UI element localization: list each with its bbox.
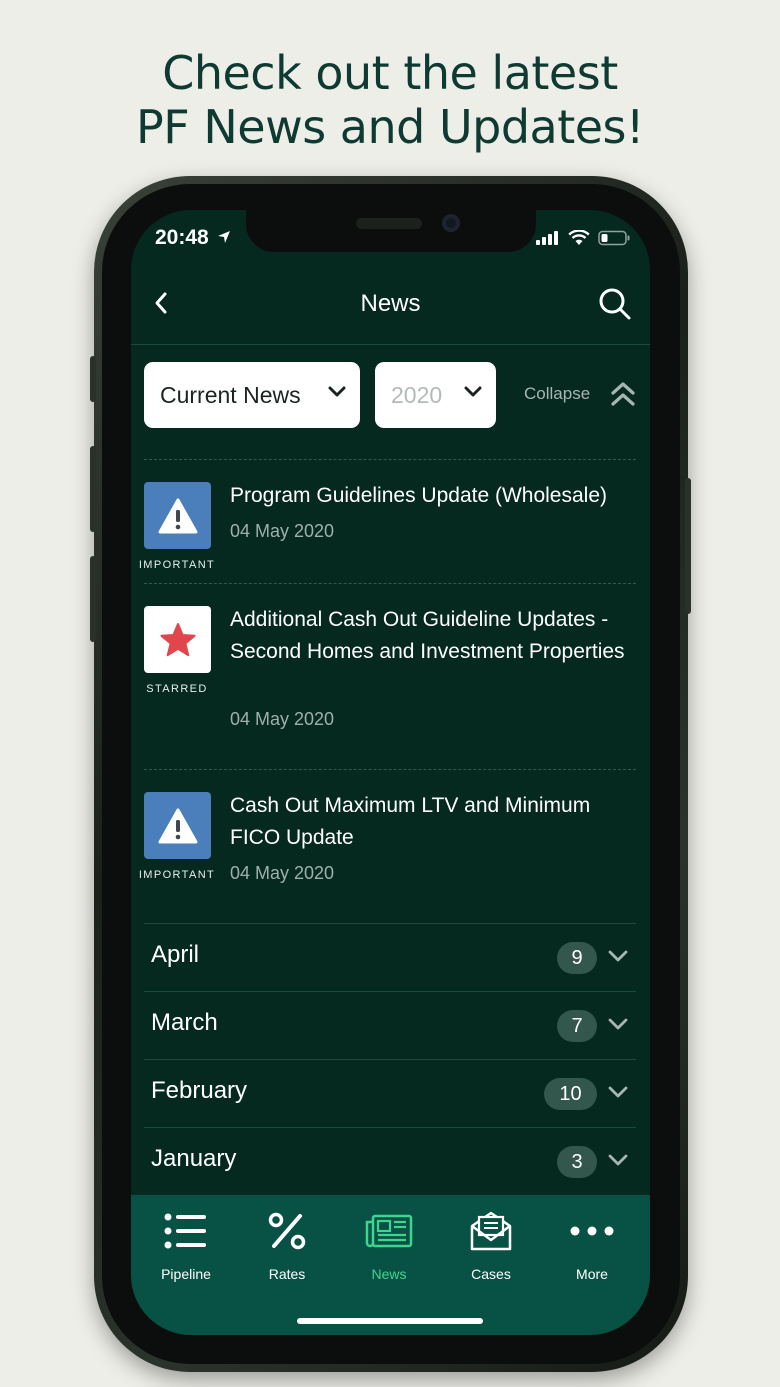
list-icon [164,1213,206,1249]
news-date: 04 May 2020 [230,709,335,729]
status-icons [536,230,630,246]
notch [246,210,536,252]
tab-label: News [371,1266,407,1282]
chevron-down-icon [464,386,482,397]
status-time: 20:48 [155,226,231,250]
news-item[interactable]: STARRED Additional Cash Out Guideline Up… [131,604,650,764]
cellular-signal-icon [536,231,558,245]
warning-icon [158,808,197,843]
month-count-badge: 3 [557,1146,597,1178]
front-camera [442,214,460,232]
promo-headline: Check out the latest PF News and Updates… [0,46,780,154]
chevron-down-icon [608,1086,628,1098]
divider [144,769,636,770]
tab-more[interactable]: More [542,1209,642,1282]
tab-news[interactable]: News [339,1209,439,1282]
news-date: 04 May 2020 [230,521,335,541]
news-item[interactable]: IMPORTANT Cash Out Maximum LTV and Minim… [131,790,650,910]
month-label: April [151,941,200,968]
phone-silent-switch [90,356,96,402]
starred-badge-tile [144,606,211,673]
month-count-badge: 7 [557,1010,597,1042]
headline-line-1: Check out the latest [162,46,618,100]
tab-pipeline[interactable]: Pipeline [136,1209,236,1282]
bottom-tab-bar: Pipeline Rates News Cases More [131,1195,650,1335]
tab-label: Rates [268,1266,306,1282]
search-icon[interactable] [598,287,632,321]
tab-label: Cases [471,1266,511,1282]
double-chevron-up-icon[interactable] [610,380,636,408]
speaker-grille [356,218,422,229]
news-title: Additional Cash Out Guideline Updates - … [230,608,625,663]
year-select[interactable]: 2020 [375,362,496,428]
category-select[interactable]: Current News [144,362,360,428]
month-label: January [151,1145,237,1172]
month-count-badge: 10 [544,1078,597,1110]
phone-volume-up [90,446,96,532]
location-arrow-icon [217,231,230,243]
chevron-down-icon [608,1154,628,1166]
percent-icon [268,1212,306,1250]
status-time-text: 20:48 [155,226,209,249]
collapse-button[interactable]: Collapse [524,384,590,404]
wifi-icon [568,230,590,245]
app-screen: 20:48 News Current News 2020 Collapse IM… [131,210,650,1335]
tab-label: Pipeline [161,1266,211,1282]
tab-label: More [576,1266,608,1282]
chevron-down-icon [608,1018,628,1030]
month-count-badge: 9 [557,942,597,974]
filter-bar: Current News 2020 Collapse [144,362,636,428]
headline-line-2: PF News and Updates! [136,100,644,154]
month-row-march[interactable]: March 7 [144,991,636,1059]
badge-label: STARRED [146,683,208,695]
divider [144,583,636,584]
badge-label: IMPORTANT [138,869,216,881]
phone-power-button [685,478,691,614]
badge-label: IMPORTANT [138,559,216,571]
divider [144,459,636,460]
tab-cases[interactable]: Cases [441,1209,541,1282]
news-title: Cash Out Maximum LTV and Minimum FICO Up… [230,794,591,849]
nav-header: News [131,265,650,345]
tab-rates[interactable]: Rates [237,1209,337,1282]
chevron-down-icon [328,386,346,397]
home-indicator[interactable] [297,1318,483,1324]
warning-icon [158,498,197,533]
month-row-april[interactable]: April 9 [144,923,636,991]
news-date: 04 May 2020 [230,863,335,883]
important-badge-tile [144,792,211,859]
month-label: March [151,1009,218,1036]
phone-volume-down [90,556,96,642]
more-dots-icon [570,1226,614,1236]
news-item[interactable]: IMPORTANT Program Guidelines Update (Who… [131,480,650,580]
star-icon [160,622,195,656]
month-row-february[interactable]: February 10 [144,1059,636,1127]
news-title: Program Guidelines Update (Wholesale) [230,484,608,507]
category-select-value: Current News [160,381,301,408]
chevron-down-icon [608,950,628,962]
newspaper-icon [365,1214,413,1248]
important-badge-tile [144,482,211,549]
month-row-january[interactable]: January 3 [144,1127,636,1195]
month-label: February [151,1077,248,1104]
page-title: News [360,290,421,317]
year-select-value: 2020 [391,381,443,408]
envelope-icon [470,1211,512,1251]
battery-icon [598,230,630,246]
